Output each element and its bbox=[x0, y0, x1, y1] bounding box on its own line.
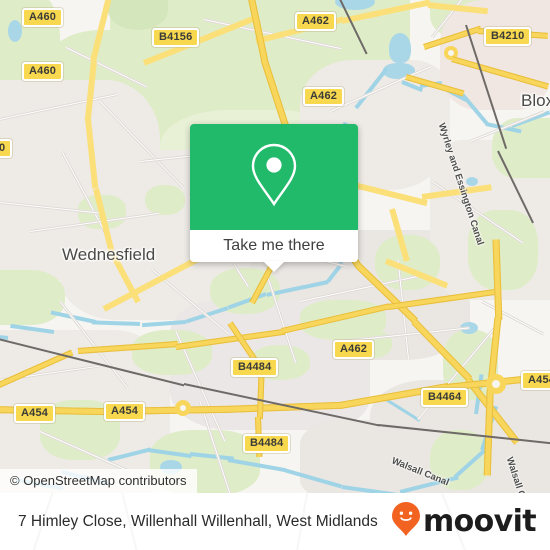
address-label: 7 Himley Close, Willenhall Willenhall, W… bbox=[18, 512, 378, 530]
footer-bar: 7 Himley Close, Willenhall Willenhall, W… bbox=[0, 493, 550, 550]
take-me-there-label: Take me there bbox=[223, 237, 325, 254]
callout-tail-pointer bbox=[263, 261, 285, 272]
moovit-pin-icon bbox=[391, 501, 421, 542]
waterway-label: Walsall Canal bbox=[389, 455, 451, 489]
callout-footer[interactable]: Take me there bbox=[190, 230, 358, 272]
map-screenshot: A460 B4156 A462 B4210 A460 A462 0 A462 B4484 B446… bbox=[0, 0, 550, 550]
callout-header bbox=[190, 124, 358, 230]
destination-callout[interactable]: Take me there bbox=[190, 124, 358, 272]
map-pin-icon bbox=[247, 140, 301, 215]
waterway-label: Walsall Canal bbox=[503, 455, 534, 493]
waterway-label: Wyrley and Essington Canal bbox=[435, 121, 486, 247]
osm-attribution[interactable]: © OpenStreetMap contributors bbox=[0, 469, 197, 493]
moovit-wordmark: moovit bbox=[422, 503, 537, 539]
moovit-logo[interactable]: moovit bbox=[391, 501, 537, 542]
map-canvas[interactable]: A460 B4156 A462 B4210 A460 A462 0 A462 B4484 B446… bbox=[0, 0, 550, 493]
